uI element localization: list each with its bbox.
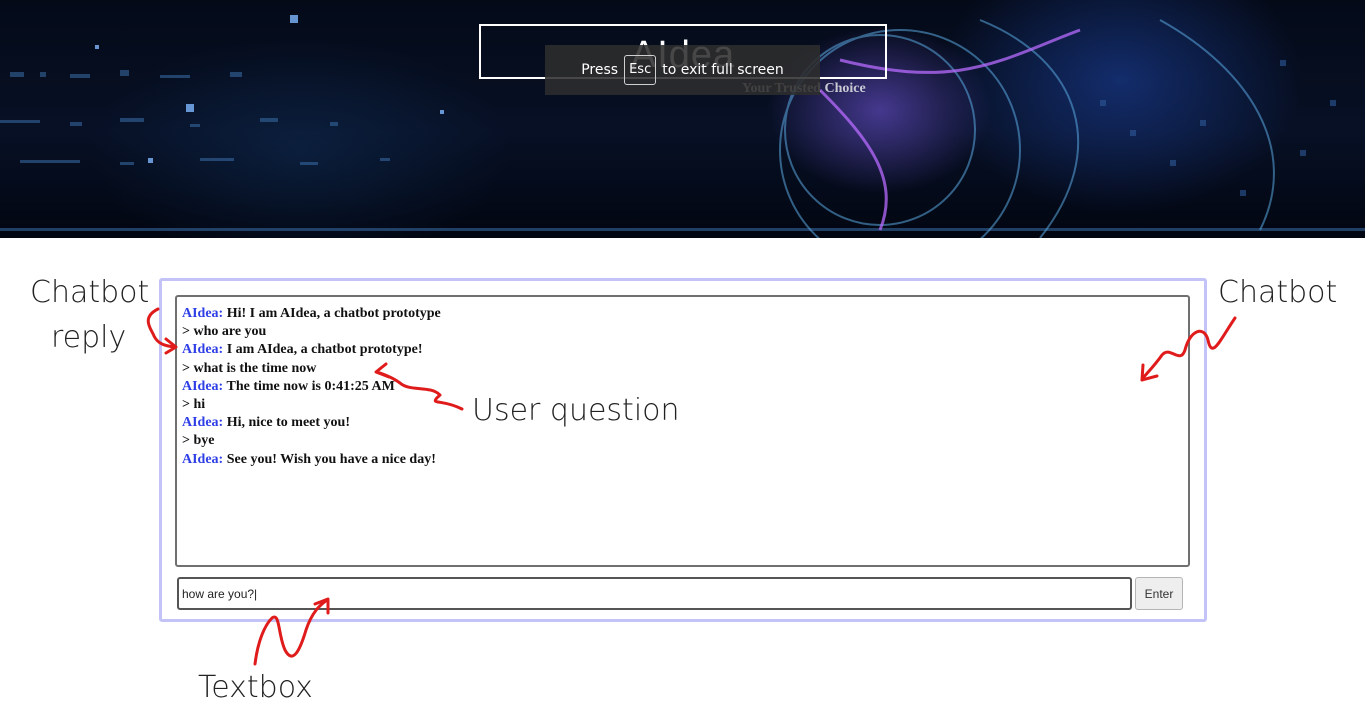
chat-message-bot: AIdea: Hi! I am AIdea, a chatbot prototy… [182, 305, 1183, 323]
annotation-chatbot-reply-line1: Chatbot [30, 275, 150, 310]
fullscreen-notice-prefix: Press [581, 62, 619, 78]
user-message-text: > who are you [182, 324, 267, 340]
enter-button[interactable]: Enter [1135, 577, 1183, 610]
bot-message-text: See you! Wish you have a nice day! [223, 451, 436, 467]
bot-name-label: AIdea: [182, 451, 224, 467]
fullscreen-notice-suffix: to exit full screen [662, 62, 784, 78]
bot-message-text: Hi! I am AIdea, a chatbot prototype [223, 306, 441, 321]
bot-name-label: AIdea: [182, 415, 224, 431]
chat-message-bot: AIdea: The time now is 0:41:25 AM [182, 378, 1183, 396]
fullscreen-notice: Press Esc to exit full screen [545, 45, 820, 95]
user-message-text: > hi [182, 396, 206, 412]
bot-message-text: The time now is 0:41:25 AM [223, 378, 395, 394]
chat-message-user: > who are you [182, 323, 1183, 341]
bot-message-text: Hi, nice to meet you! [223, 415, 350, 431]
chat-message-bot: AIdea: Hi, nice to meet you! [182, 414, 1183, 432]
user-message-text: > what is the time now [182, 360, 317, 376]
header-banner: AIdea Your Trusted Choice Press Esc to e… [0, 0, 1365, 238]
bot-name-label: AIdea: [182, 378, 224, 394]
bot-name-label: AIdea: [182, 342, 224, 358]
annotation-textbox: Textbox [198, 670, 313, 705]
bot-message-text: I am AIdea, a chatbot prototype! [223, 342, 423, 358]
message-input[interactable] [177, 577, 1132, 610]
chat-message-bot: AIdea: I am AIdea, a chatbot prototype! [182, 341, 1183, 359]
annotation-user-question: User question [472, 393, 680, 428]
chat-message-user: > bye [182, 432, 1183, 450]
user-message-text: > bye [182, 433, 215, 449]
chat-message-bot: AIdea: See you! Wish you have a nice day… [182, 451, 1183, 469]
esc-key-badge: Esc [624, 55, 657, 85]
annotation-chatbot-reply-line2: reply [51, 320, 127, 355]
chat-message-user: > what is the time now [182, 360, 1183, 378]
annotation-chatbot: Chatbot [1218, 275, 1338, 310]
chat-log[interactable]: AIdea: Hi! I am AIdea, a chatbot prototy… [175, 295, 1190, 567]
chat-message-user: > hi [182, 396, 1183, 414]
bot-name-label: AIdea: [182, 306, 224, 321]
